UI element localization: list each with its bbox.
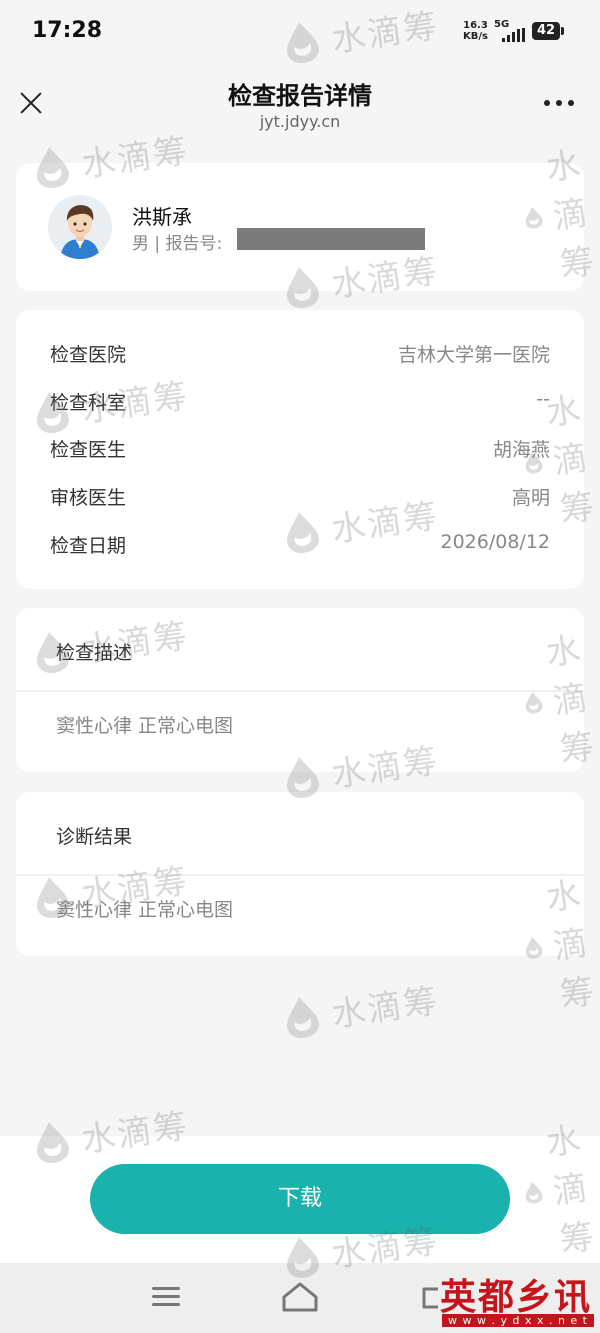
info-row-doctor: 检查医生 胡海燕 [50, 435, 550, 465]
info-value: 吉林大学第一医院 [397, 344, 550, 366]
bottom-action-bar: 下载 [0, 1136, 600, 1263]
site-logo: 英都乡讯 w w w . y d x x . n e t [418, 1268, 600, 1333]
signal-icon [502, 28, 525, 42]
section-title: 诊断结果 [56, 826, 133, 848]
info-label: 检查科室 [50, 392, 127, 414]
divider [16, 874, 584, 876]
watermark-logo [286, 996, 319, 1038]
watermark: 水滴筹 [277, 973, 442, 1044]
net-speed-unit: KB/s [463, 31, 488, 42]
status-bar: 17:28 16.3 KB/s 5G 42 [0, 0, 600, 62]
avatar [48, 195, 112, 259]
patient-card: 洪斯承 男 | 报告号: [16, 163, 584, 291]
net-speed-value: 16.3 [463, 20, 488, 31]
home-icon[interactable] [280, 1279, 320, 1315]
redacted-report-number [237, 228, 425, 250]
info-row-reviewer: 审核医生 高明 [50, 483, 550, 513]
more-icon[interactable] [542, 98, 576, 108]
info-label: 审核医生 [50, 487, 127, 509]
info-value: 2026/08/12 [440, 531, 550, 553]
patient-name: 洪斯承 [132, 205, 192, 229]
info-label: 检查医生 [50, 439, 127, 461]
avatar-icon [48, 195, 112, 259]
site-logo-url: w w w . y d x x . n e t [441, 1314, 594, 1327]
divider [16, 690, 584, 692]
download-button[interactable]: 下载 [90, 1164, 510, 1234]
section-content: 窦性心律 正常心电图 [56, 899, 234, 921]
battery-icon: 42 [532, 22, 564, 40]
watermark-text: 水滴筹 [329, 980, 442, 1036]
info-row-department: 检查科室 -- [50, 388, 550, 418]
info-label: 检查医院 [50, 344, 127, 366]
info-label: 检查日期 [50, 535, 127, 557]
info-value: 胡海燕 [492, 439, 550, 461]
page-url: jyt.jdyy.cn [259, 112, 341, 131]
status-time: 17:28 [32, 18, 103, 43]
exam-info-card: 检查医院 吉林大学第一医院 检查科室 -- 检查医生 胡海燕 审核医生 高明 检… [16, 310, 584, 589]
patient-meta: 男 | 报告号: [132, 234, 223, 254]
info-row-hospital: 检查医院 吉林大学第一医院 [50, 340, 550, 370]
section-content: 窦性心律 正常心电图 [56, 715, 234, 737]
menu-icon[interactable] [152, 1285, 180, 1307]
net-speed: 16.3 KB/s [463, 20, 488, 42]
info-value: -- [536, 388, 550, 410]
info-value: 高明 [511, 487, 550, 509]
info-row-date: 检查日期 2026/08/12 [50, 531, 550, 561]
exam-description-card: 检查描述 窦性心律 正常心电图 [16, 608, 584, 772]
site-logo-text: 英都乡讯 [439, 1276, 592, 1318]
page-title: 检查报告详情 [228, 82, 372, 110]
title-bar: 检查报告详情 jyt.jdyy.cn [0, 62, 600, 140]
diagnosis-card: 诊断结果 窦性心律 正常心电图 [16, 792, 584, 956]
section-title: 检查描述 [56, 642, 133, 664]
